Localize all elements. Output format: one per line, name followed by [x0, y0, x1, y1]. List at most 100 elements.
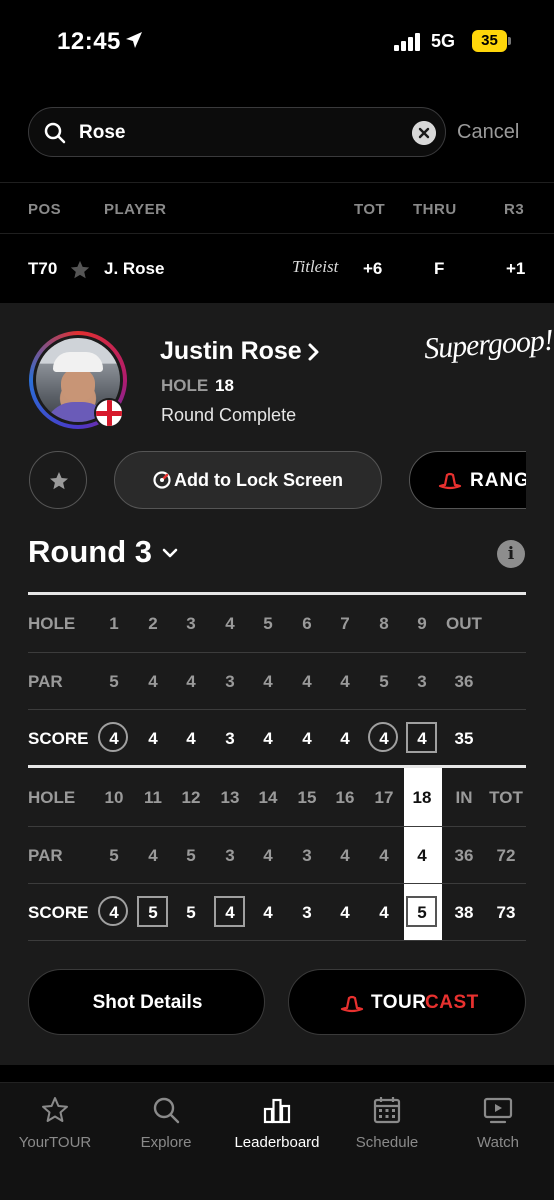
- tab-label: Schedule: [355, 1134, 419, 1151]
- row-player: J. Rose: [104, 259, 165, 278]
- row-pos: T70: [28, 259, 58, 278]
- back-par-cell: 72: [496, 846, 516, 865]
- col-r3[interactable]: R3: [504, 201, 524, 218]
- front-par-cell: 4: [302, 672, 312, 691]
- add-to-lock-screen-button[interactable]: Add to Lock Screen: [114, 451, 382, 509]
- col-player[interactable]: PLAYER: [104, 201, 166, 218]
- back-holes-cell: 12: [181, 788, 201, 807]
- back-par-cell: 4: [417, 846, 427, 865]
- scorecard-front-par-row: PAR 5 4 4 3 4 4 4 5 3 36: [28, 653, 526, 710]
- front-score-cell: 4: [186, 729, 196, 748]
- col-pos[interactable]: POS: [28, 201, 61, 218]
- favorite-button[interactable]: [29, 451, 87, 509]
- col-tot[interactable]: TOT: [354, 201, 385, 218]
- search-icon: [44, 122, 66, 144]
- shot-details-button[interactable]: Shot Details: [28, 969, 265, 1035]
- back-holes-cell: 14: [258, 788, 278, 807]
- front-holes-cell: 3: [186, 614, 196, 633]
- front-score-cell: 4: [263, 729, 273, 748]
- front-holes-cell: 2: [148, 614, 158, 633]
- front-par-cell: 4: [340, 672, 350, 691]
- scorecard-front-score-row: SCORE 4 4 4 3 4 4 4 4 4 35: [28, 710, 526, 767]
- leaderboard-header: POS PLAYER TOT THRU R3: [0, 182, 554, 234]
- front-holes-cell: 4: [225, 614, 235, 633]
- front-score-cell: 4: [95, 722, 133, 752]
- status-time: 12:45: [57, 28, 121, 55]
- tab-leaderboard[interactable]: Leaderboard: [222, 1083, 332, 1163]
- star-icon: [50, 472, 68, 490]
- play-screen-icon: [483, 1097, 513, 1124]
- tab-label: Watch: [477, 1134, 519, 1151]
- row-tot: +6: [363, 259, 383, 278]
- clear-search-icon[interactable]: [412, 121, 436, 145]
- back-holes-cell: 15: [297, 788, 317, 807]
- tab-bar: YourTOUR Explore Leaderboard Schedule Wa…: [0, 1082, 554, 1200]
- row-r3: +1: [506, 259, 526, 278]
- tab-yourtour[interactable]: YourTOUR: [0, 1083, 110, 1163]
- scorecard-front-hole-row: HOLE 1 2 3 4 5 6 7 8 9 OUT: [28, 595, 526, 652]
- star-icon: [42, 1097, 68, 1122]
- tab-schedule[interactable]: Schedule: [332, 1083, 442, 1163]
- front-holes-cell: 8: [379, 614, 389, 633]
- tourcast-label-tour: TOUR: [371, 992, 427, 1013]
- tab-label: Explore: [140, 1134, 192, 1151]
- score-row-label: SCORE: [28, 729, 89, 748]
- back-score-cell: 3: [302, 903, 312, 922]
- round-selector[interactable]: Round 3: [28, 534, 152, 570]
- hole-row-label: HOLE: [28, 614, 76, 633]
- front-holes-cell: 1: [109, 614, 119, 633]
- shot-details-label: Shot Details: [92, 992, 203, 1013]
- range-hat-icon: [438, 472, 462, 490]
- tab-watch[interactable]: Watch: [443, 1083, 553, 1163]
- front-holes-cell: 9: [417, 614, 427, 633]
- back-score-cell: 5: [403, 896, 441, 927]
- england-flag-icon: [94, 398, 124, 428]
- back-score-cell: 4: [340, 903, 350, 922]
- search-input[interactable]: Rose: [28, 107, 446, 157]
- cancel-button[interactable]: Cancel: [457, 121, 519, 144]
- hole-row-label: HOLE: [28, 788, 76, 807]
- front-score-cell: 4: [302, 729, 312, 748]
- par-row-label: PAR: [28, 846, 63, 865]
- back-par-cell: 4: [263, 846, 273, 865]
- favorite-star-icon[interactable]: [69, 259, 91, 281]
- search-query: Rose: [79, 122, 126, 143]
- back-score-cell: 73: [496, 903, 516, 922]
- battery-level: 35: [472, 30, 507, 52]
- calendar-icon: [373, 1097, 401, 1124]
- back-holes-cell: 17: [374, 788, 394, 807]
- front-par-cell: 4: [186, 672, 196, 691]
- chevron-right-icon[interactable]: [306, 342, 322, 362]
- tab-explore[interactable]: Explore: [111, 1083, 221, 1163]
- info-icon[interactable]: i: [497, 540, 525, 568]
- front-holes-cell: 6: [302, 614, 312, 633]
- front-par-cell: 36: [454, 672, 474, 691]
- back-par-cell: 4: [340, 846, 350, 865]
- front-par-cell: 5: [109, 672, 119, 691]
- back-par-cell: 5: [186, 846, 196, 865]
- signal-icon: [394, 33, 420, 51]
- front-score-cell: 3: [225, 729, 235, 748]
- chevron-down-icon[interactable]: [161, 546, 179, 560]
- lock-screen-label: Add to Lock Screen: [174, 470, 344, 490]
- back-holes-cell: 13: [220, 788, 240, 807]
- front-score-cell: 4: [340, 729, 350, 748]
- tourcast-button[interactable]: TOUR CAST: [288, 969, 526, 1035]
- front-par-cell: 4: [263, 672, 273, 691]
- scorecard-back-par-row: PAR 5 4 5 3 4 3 4 4 4 36 72: [28, 827, 526, 884]
- back-par-cell: 4: [379, 846, 389, 865]
- hole-value: 18: [215, 376, 234, 395]
- front-par-cell: 3: [417, 672, 427, 691]
- player-name[interactable]: Justin Rose: [160, 337, 302, 366]
- scorecard-back-hole-row: HOLE 10 11 12 13 14 15 16 17 18 IN TOT: [28, 769, 526, 826]
- back-score-cell: 38: [454, 903, 474, 922]
- bar-chart-icon: [263, 1098, 291, 1124]
- back-par-cell: 4: [148, 846, 158, 865]
- back-holes-cell: 18: [412, 788, 432, 807]
- col-thru[interactable]: THRU: [413, 201, 457, 218]
- front-score-cell: 4: [403, 722, 441, 753]
- tourcast-label-cast: CAST: [425, 992, 479, 1013]
- back-score-cell: 4: [263, 903, 273, 922]
- back-holes-cell: 10: [104, 788, 124, 807]
- back-par-cell: 5: [109, 846, 119, 865]
